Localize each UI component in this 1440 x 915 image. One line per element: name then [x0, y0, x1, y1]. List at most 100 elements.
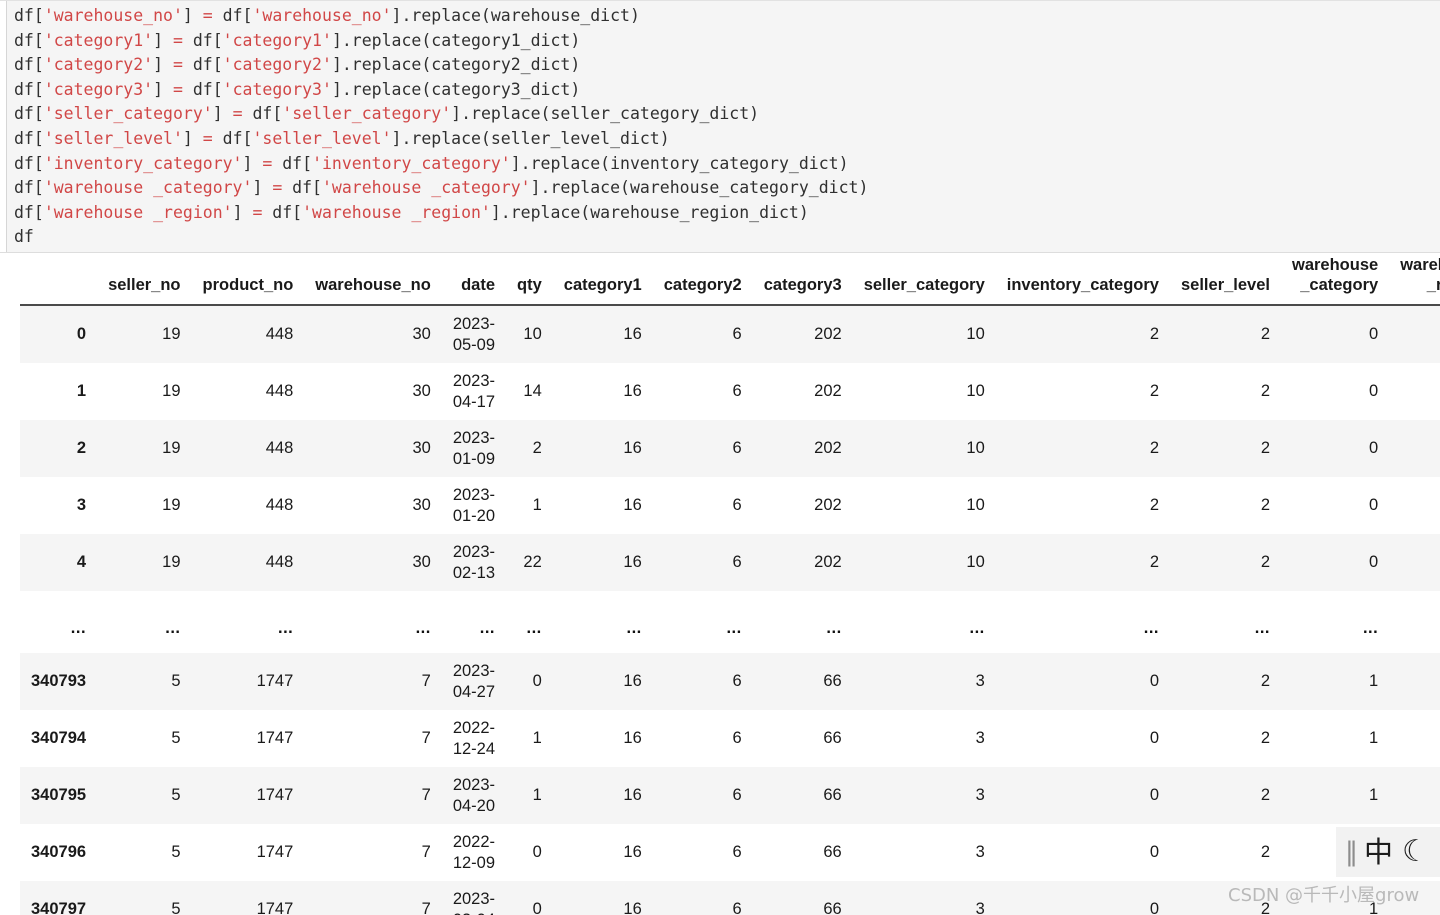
column-header-warehouse-region[interactable]: warehouse _region	[1389, 255, 1440, 306]
table-cell: 0	[1149, 900, 1159, 915]
code-token-plain: df[	[14, 30, 44, 50]
code-token-plain: df	[14, 227, 34, 247]
code-token-plain: ]	[182, 6, 203, 25]
column-header-seller-category[interactable]: seller_category	[852, 255, 996, 306]
code-line: df['seller_level'] = df['seller_level'].…	[14, 127, 868, 152]
code-token-op: =	[262, 153, 273, 173]
table-cell: 0	[1369, 325, 1379, 343]
table-cell: 10	[966, 382, 985, 400]
table-cell: ...	[826, 619, 842, 637]
table-cell: ...	[415, 619, 431, 637]
column-header-category3[interactable]: category3	[752, 255, 853, 306]
table-cell: 6	[732, 729, 742, 747]
table-cell: 2	[1260, 382, 1270, 400]
table-cell: 16	[623, 672, 642, 690]
table-cell: 16	[623, 843, 642, 861]
code-line: df['warehouse _category'] = df['warehous…	[14, 176, 868, 201]
column-header-qty[interactable]: qty	[506, 255, 553, 306]
column-header-warehouse-category[interactable]: warehouse _category	[1281, 255, 1390, 306]
table-cell	[1389, 881, 1440, 915]
table-cell: 1747	[256, 900, 294, 915]
table-cell: 6	[732, 439, 742, 457]
code-token-str: 'inventory_category'	[312, 153, 511, 173]
table-cell: ...	[526, 619, 542, 637]
dataframe-table: seller_no product_no warehouse_no date qty ca…	[20, 255, 1440, 915]
table-cell: 0	[1149, 843, 1159, 861]
table-row: 340794 5 1747 7 2022- 12-24 1 16 6 66 3 0 2 1	[20, 710, 1440, 767]
table-cell: 22	[523, 553, 542, 571]
table-cell: 2	[1149, 553, 1159, 571]
table-cell: 19	[162, 382, 181, 400]
table-cell: 6	[732, 900, 742, 915]
column-header-seller-level[interactable]: seller_level	[1170, 255, 1281, 306]
code-token-plain: ]	[242, 153, 263, 173]
table-cell: 202	[814, 325, 842, 343]
code-token-plain: df[	[14, 128, 44, 148]
table-cell: 202	[814, 496, 842, 514]
table-cell: 7	[421, 729, 431, 747]
ime-floating-toolbar[interactable]: ‖ 中 ☾	[1336, 827, 1440, 877]
table-cell: 0	[1369, 439, 1379, 457]
column-header-warehouse-no[interactable]: warehouse_no	[304, 255, 442, 306]
table-cell	[1389, 767, 1440, 824]
code-token-plain: ]	[182, 128, 203, 148]
table-cell: 2	[1260, 672, 1270, 690]
table-cell: 66	[823, 786, 842, 804]
table-cell: 16	[623, 553, 642, 571]
table-cell: 19	[162, 439, 181, 457]
table-cell: 5	[171, 843, 181, 861]
code-source[interactable]: df['warehouse_no'] = df['warehouse_no'].…	[14, 4, 868, 250]
column-header-category1[interactable]: category1	[552, 255, 653, 306]
table-cell: 19	[162, 325, 181, 343]
code-token-plain: df[	[14, 202, 44, 222]
column-header-product-no[interactable]: product_no	[191, 255, 305, 306]
table-cell: 2	[1260, 900, 1270, 915]
table-cell: 7	[421, 900, 431, 915]
code-token-plain: ].replace(category1_dict)	[331, 30, 581, 50]
code-input-cell[interactable]: df['warehouse_no'] = df['warehouse_no'].…	[0, 0, 1440, 253]
code-token-plain: ].replace(warehouse_category_dict)	[530, 178, 869, 198]
table-cell: 6	[732, 382, 742, 400]
table-cell: 6	[732, 843, 742, 861]
code-token-plain: ].replace(seller_category_dict)	[451, 104, 760, 124]
table-cell: ...	[1254, 619, 1270, 637]
column-header-seller-no[interactable]: seller_no	[97, 255, 192, 306]
table-cell: 66	[823, 843, 842, 861]
code-line: df	[14, 225, 868, 250]
ime-language-mode-icon[interactable]: 中	[1364, 837, 1393, 867]
table-cell: 6	[732, 553, 742, 571]
table-cell: 2	[1260, 496, 1270, 514]
table-cell: ...	[969, 619, 985, 637]
table-cell: 2023- 05-09	[452, 314, 496, 354]
moon-icon[interactable]: ☾	[1402, 837, 1429, 867]
table-cell	[1389, 653, 1440, 710]
table-cell: 448	[265, 439, 294, 457]
code-token-plain: ]	[153, 55, 173, 75]
table-header: seller_no product_no warehouse_no date qty ca…	[20, 255, 1440, 306]
column-header-index[interactable]	[20, 255, 98, 306]
table-cell: 2023- 01-20	[452, 485, 496, 525]
table-row: 340793 5 1747 7 2023- 04-27 0 16 6 66 3 0 2 1	[20, 653, 1440, 710]
column-header-category2[interactable]: category2	[652, 255, 753, 306]
table-row: 2 19 448 30 2023- 01-09 2 16 6 202 10 2 2 0	[20, 420, 1440, 477]
column-header-date[interactable]: date	[441, 255, 507, 306]
code-token-str: 'warehouse_no'	[252, 6, 392, 25]
table-cell: 2022- 12-24	[452, 718, 496, 758]
code-token-str: 'seller_category'	[282, 104, 452, 124]
table-cell: 0	[1149, 786, 1159, 804]
table-cell: 1	[532, 729, 542, 747]
code-token-plain: df[	[212, 6, 253, 25]
row-index-cell: 340793	[31, 672, 87, 690]
table-cell	[1389, 420, 1440, 477]
table-cell: 7	[421, 672, 431, 690]
row-index-cell: 2	[76, 439, 87, 457]
code-token-plain: ].replace(seller_level_dict)	[391, 128, 670, 148]
code-token-plain: df[	[182, 55, 223, 75]
table-cell: 448	[265, 382, 294, 400]
table-cell: 2	[532, 439, 542, 457]
table-cell	[1389, 305, 1440, 363]
column-header-inventory-category[interactable]: inventory_category	[995, 255, 1170, 306]
drag-handle-icon[interactable]: ‖	[1345, 839, 1358, 865]
table-cell: 19	[162, 496, 181, 514]
table-cell: 0	[1369, 496, 1379, 514]
